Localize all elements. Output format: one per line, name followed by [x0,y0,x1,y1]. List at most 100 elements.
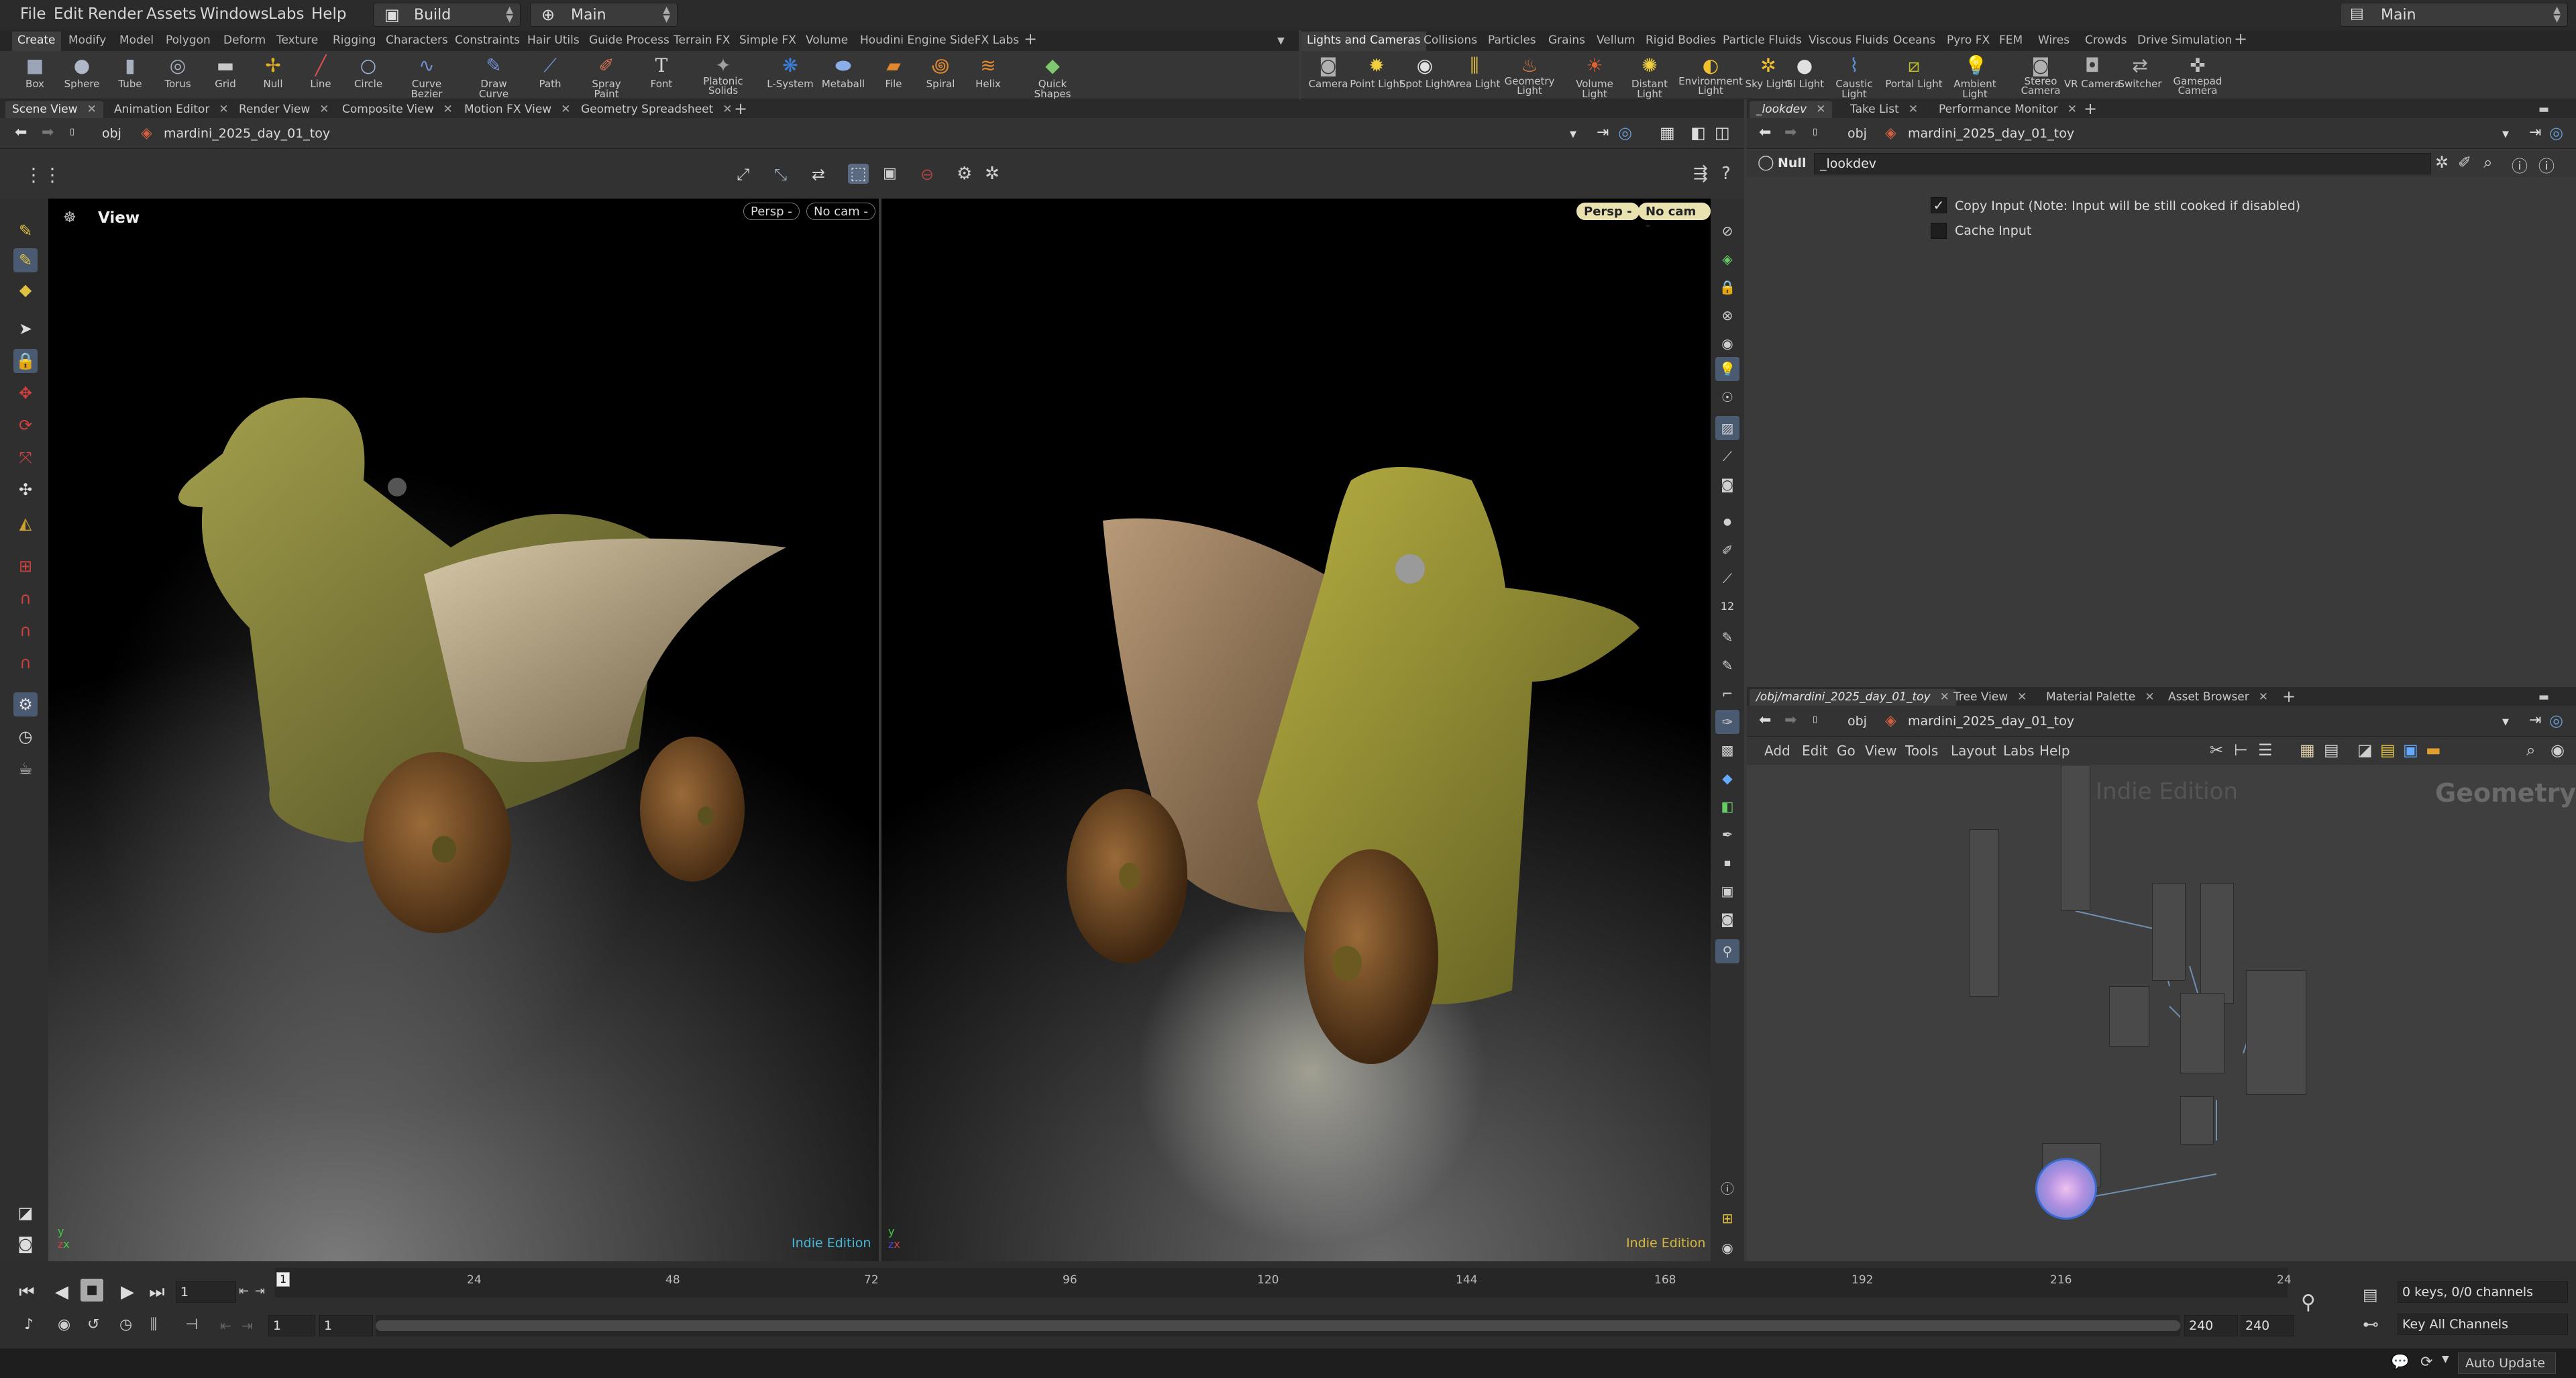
light-icon[interactable]: 💡 [1715,357,1739,381]
tool-gamepad-camera[interactable]: ✜ Gamepad Camera [2164,54,2231,96]
close-icon[interactable]: ✕ [443,103,452,116]
shelf-tab-simple-fx[interactable]: Simple FX [739,34,796,47]
shelf-tab-rigging[interactable]: Rigging [333,34,376,47]
tool-torus[interactable]: ◎ Torus [151,54,205,89]
pane-menu-icon[interactable]: ▬ [2532,101,2556,118]
shelf-menu-icon[interactable]: ▼ [1277,36,1285,46]
network-menu-add[interactable]: Add [1764,743,1790,759]
dropdown-icon[interactable]: ▼ [2442,1354,2449,1365]
realtime-icon[interactable]: ◉ [58,1316,70,1333]
render-icon[interactable]: ◪ [13,1201,38,1225]
wrench-icon[interactable]: ✂ [2210,741,2223,759]
tool-spray-paint[interactable]: ✐ Spray Paint [580,54,633,99]
teapot-icon[interactable]: ☕ [13,757,38,781]
gear-icon[interactable]: ✲ [985,164,1000,184]
frame-marker[interactable]: 1 [276,1272,290,1287]
clock-icon[interactable]: ◷ [13,725,38,749]
camera-menu-left[interactable]: No cam - [806,203,875,220]
network-path-root[interactable]: obj [1847,714,1867,729]
shelf-tab-grains[interactable]: Grains [1548,34,1585,47]
network-menu-layout[interactable]: Layout [1951,743,1996,759]
jump-end-icon[interactable]: ⏭ [144,1279,170,1306]
help-icon[interactable]: ⓘ [2538,153,2555,176]
node-stack-4[interactable] [2200,883,2234,1004]
forward-arrow-icon[interactable]: ➡ [42,124,54,141]
tool-box[interactable]: ■ Box [8,54,62,89]
diamond-icon[interactable]: ◆ [1715,766,1739,790]
menu-render[interactable]: Render [88,5,143,23]
right-desktop-selector[interactable]: ▤ Main ▲ ▼ [2340,3,2568,27]
network-menu-go[interactable]: Go [1837,743,1856,759]
link-icon[interactable]: ◎ [2549,711,2563,730]
tool-font[interactable]: T Font [635,54,688,89]
loop-icon[interactable]: ↺ [87,1316,99,1333]
menu-edit[interactable]: Edit [54,5,84,23]
refresh-icon[interactable]: ⟳ [2420,1354,2432,1371]
close-icon[interactable]: ✕ [2068,103,2077,116]
camera-menu-right[interactable]: No cam - [1638,203,1711,233]
shelf-tab-polygon[interactable]: Polygon [166,34,211,47]
param-path-root[interactable]: obj [1847,126,1867,141]
network-menu-labs[interactable]: Labs [2003,743,2035,759]
clock-icon[interactable]: ◷ [119,1316,132,1333]
tool-distant-light[interactable]: ✺ Distant Light [1619,54,1680,99]
close-icon[interactable]: ✕ [1816,103,1825,116]
tab-geometry-spreadsheet[interactable]: Geometry Spreadsheet ✕ [574,101,739,118]
tool-stereo-camera[interactable]: ◙ Stereo Camera [2014,54,2068,96]
range-start-field[interactable]: 1 [268,1315,315,1336]
handle-icon[interactable]: ⬚ [848,164,869,184]
add-tab-icon[interactable]: + [727,98,754,118]
tool-l-system[interactable]: ❋ L-System [763,54,817,89]
add-tab-icon[interactable]: + [2275,686,2302,706]
viewport-left[interactable]: ☸ View Persp - No cam - Indie Edition yz… [48,199,879,1261]
add-tab-icon[interactable]: + [2077,98,2104,118]
tab-motion-fx-view[interactable]: Motion FX View ✕ [458,101,577,118]
tab-animation-editor[interactable]: Animation Editor ✕ [107,101,235,118]
shelf-tab-particles[interactable]: Particles [1488,34,1536,47]
persp-menu-left[interactable]: Persp - [743,203,800,220]
select-mode-icon[interactable]: ⤡ [774,165,787,184]
image-icon[interactable]: ▣ [1715,879,1739,903]
palette-icon[interactable]: ▬ [2426,741,2441,759]
shelf-tab-create[interactable]: Create [12,32,61,51]
tool-helix[interactable]: ≋ Helix [961,54,1015,89]
pane-menu-icon[interactable]: ▬ [2532,689,2556,706]
node-stack-2[interactable] [2061,765,2090,911]
tool-spot-light[interactable]: ◉ Spot Light [1398,54,1452,89]
sticky-note-icon[interactable]: ▤ [2380,741,2396,759]
stop-icon[interactable]: ■ [80,1279,103,1302]
path-node[interactable]: mardini_2025_day_01_toy [164,126,330,141]
menu-labs[interactable]: Labs [268,5,305,23]
tab-scene-view[interactable]: Scene View ✕ [5,101,103,118]
key-icon[interactable]: ⚲ [2301,1291,2316,1314]
menu-windows[interactable]: Windows [200,5,269,23]
select-brush-icon[interactable]: ✎ [13,219,38,243]
node-name-field[interactable]: _lookdev [1814,153,2431,174]
record-icon[interactable]: ⊖ [920,165,934,184]
info-icon[interactable]: ⓘ [1715,1177,1739,1201]
tab-lookdev[interactable]: _lookdev ✕ [1750,101,1833,118]
shelf-tab-lights-cameras[interactable]: Lights and Cameras [1301,32,1426,51]
snapshot-icon[interactable]: ▣ [883,165,897,182]
tool-geometry-light[interactable]: ♨ Geometry Light [1503,54,1556,96]
move-tool-icon[interactable]: ✥ [13,381,38,405]
close-icon[interactable]: ✕ [2145,690,2154,704]
pen-icon[interactable]: ✑ [1715,710,1739,734]
help-icon[interactable]: ? [1721,164,1731,184]
tool-line[interactable]: ╱ Line [294,54,347,89]
shelf-tab-rigid-bodies[interactable]: Rigid Bodies [1646,34,1716,47]
grid-view-icon[interactable]: ▦ [2300,741,2315,759]
prev-key-icon[interactable]: ⇤ [220,1318,231,1334]
template-icon[interactable]: ◉ [1715,331,1739,356]
shelf-tab-fem[interactable]: FEM [1999,34,2023,47]
tool-metaball[interactable]: ⬬ Metaball [816,54,870,89]
node-stack-7[interactable] [2246,970,2306,1095]
lock-icon[interactable]: 🔒 [13,349,38,373]
tool-file[interactable]: ▰ File [867,54,920,89]
point-icon[interactable]: ● [1715,510,1739,534]
tool-area-light[interactable]: ⫼ Area Light [1448,54,1501,89]
tool-null[interactable]: ✢ Null [246,54,300,89]
play-icon[interactable]: ▶ [114,1279,141,1306]
cache-input-checkbox[interactable] [1931,223,1947,239]
shelf-tab-volume[interactable]: Volume [806,34,848,47]
